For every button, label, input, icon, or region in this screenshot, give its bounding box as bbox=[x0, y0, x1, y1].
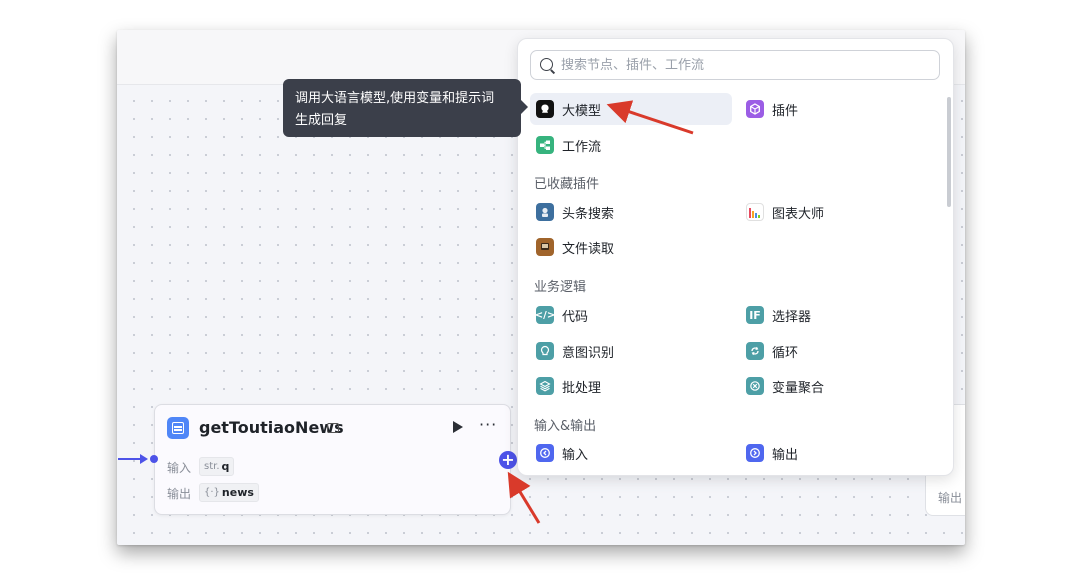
annotation-arrow-add bbox=[507, 471, 541, 524]
annotation-arrows bbox=[507, 100, 694, 524]
annotation-arrow-llm bbox=[606, 100, 694, 135]
